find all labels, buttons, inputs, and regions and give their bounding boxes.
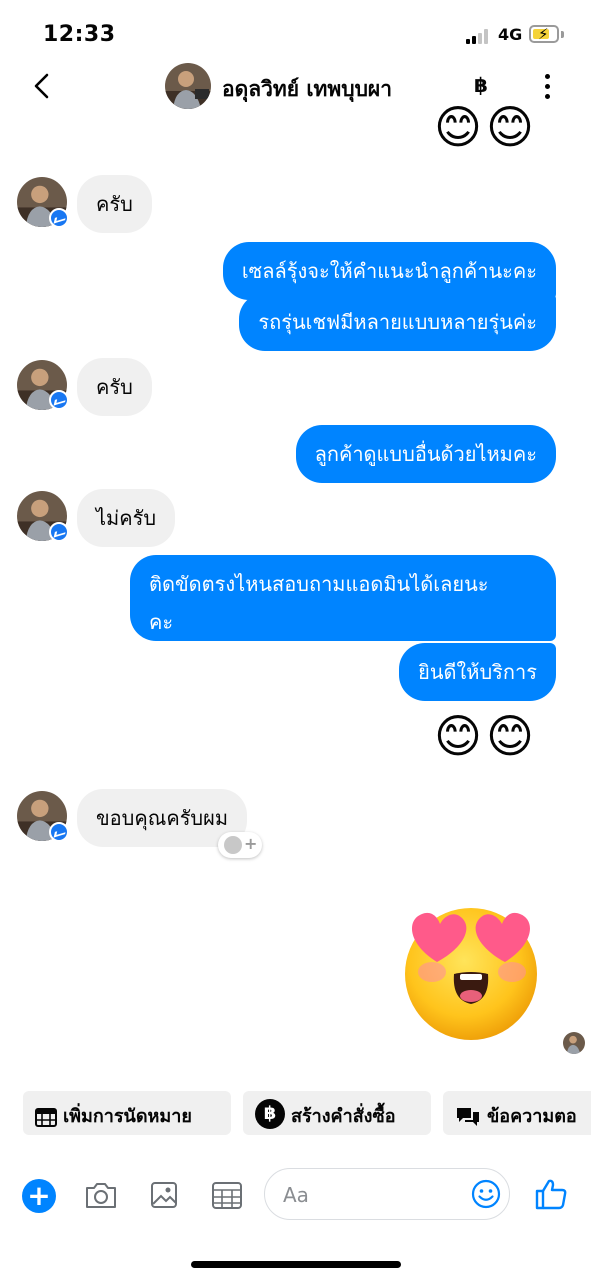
- more-vertical-icon[interactable]: [540, 74, 554, 100]
- outgoing-message[interactable]: เซลล์รุ้งจะให้คำแนะนำลูกค้านะคะ: [222, 242, 556, 300]
- quick-reply-appointment[interactable]: เพิ่มการนัดหมาย: [23, 1091, 231, 1135]
- quick-reply-label: ข้อความตอ: [487, 1106, 577, 1127]
- messenger-badge-icon: [49, 522, 69, 542]
- message-input-box[interactable]: [264, 1168, 510, 1220]
- quick-reply-label: สร้างคำสั่งซื้อ: [291, 1106, 396, 1127]
- smile-icon: [471, 1179, 501, 1209]
- image-icon: [151, 1182, 177, 1208]
- add-reaction-button[interactable]: +: [218, 832, 262, 858]
- reaction-face-icon: [224, 836, 242, 854]
- outgoing-message[interactable]: ติดขัดตรงไหนสอบถามแอดมินได้เลยนะ คะ: [130, 555, 556, 641]
- plus-icon: +: [244, 834, 258, 853]
- battery-icon: ⚡: [529, 25, 559, 43]
- quick-reply-messages[interactable]: ข้อความตอ: [443, 1091, 591, 1135]
- messenger-badge-icon: [49, 208, 69, 228]
- home-indicator: [191, 1261, 401, 1268]
- emoji-button[interactable]: [471, 1179, 501, 1209]
- contact-name[interactable]: อดุลวิทย์ เทพบุบผา: [222, 73, 392, 106]
- plus-icon: +: [27, 1179, 51, 1212]
- chevron-left-icon: [34, 73, 49, 99]
- heart-eyes-emoji[interactable]: [400, 900, 542, 1042]
- battery-tip: [561, 31, 564, 38]
- status-time: 12:33: [43, 22, 116, 47]
- message-line: ติดขัดตรงไหนสอบถามแอดมินได้เลยนะ: [149, 572, 489, 596]
- signal-icon: [466, 28, 492, 44]
- messenger-badge-icon: [49, 822, 69, 842]
- status-bar: 12:33 4G ⚡: [0, 0, 591, 64]
- chat-bubbles-icon: [457, 1108, 479, 1126]
- baht-icon[interactable]: ฿: [474, 73, 488, 97]
- add-button[interactable]: +: [22, 1179, 56, 1213]
- outgoing-message[interactable]: ยินดีให้บริการ: [399, 643, 556, 701]
- incoming-message[interactable]: ครับ: [77, 358, 152, 416]
- outgoing-message[interactable]: รถรุ่นเชฟมีหลายแบบหลายรุ่นค่ะ: [239, 293, 556, 351]
- baht-icon: ฿: [255, 1099, 285, 1129]
- calendar-icon: [212, 1182, 242, 1209]
- calendar-icon: [35, 1108, 57, 1127]
- gallery-button[interactable]: [147, 1179, 181, 1211]
- camera-icon: [86, 1183, 116, 1208]
- thumbs-up-icon: [535, 1179, 567, 1210]
- emoji-message: 😊😊: [434, 104, 538, 150]
- camera-button[interactable]: [84, 1179, 118, 1211]
- quick-reply-label: เพิ่มการนัดหมาย: [63, 1106, 192, 1127]
- like-button[interactable]: [534, 1177, 568, 1211]
- message-line: คะ: [149, 610, 174, 634]
- emoji-message[interactable]: 😊😊: [434, 713, 538, 759]
- messenger-badge-icon: [49, 390, 69, 410]
- composer: +: [0, 1165, 591, 1225]
- message-input[interactable]: [283, 1181, 463, 1209]
- network-type: 4G: [498, 25, 523, 44]
- contact-avatar[interactable]: [165, 63, 211, 109]
- outgoing-message[interactable]: ลูกค้าดูแบบอื่นด้วยไหมคะ: [295, 425, 556, 483]
- seen-avatar: [563, 1032, 585, 1054]
- calendar-button[interactable]: [210, 1179, 244, 1211]
- back-button[interactable]: [28, 70, 58, 102]
- incoming-message[interactable]: ครับ: [77, 175, 152, 233]
- quick-reply-create-order[interactable]: ฿ สร้างคำสั่งซื้อ: [243, 1091, 431, 1135]
- incoming-message[interactable]: ไม่ครับ: [77, 489, 176, 547]
